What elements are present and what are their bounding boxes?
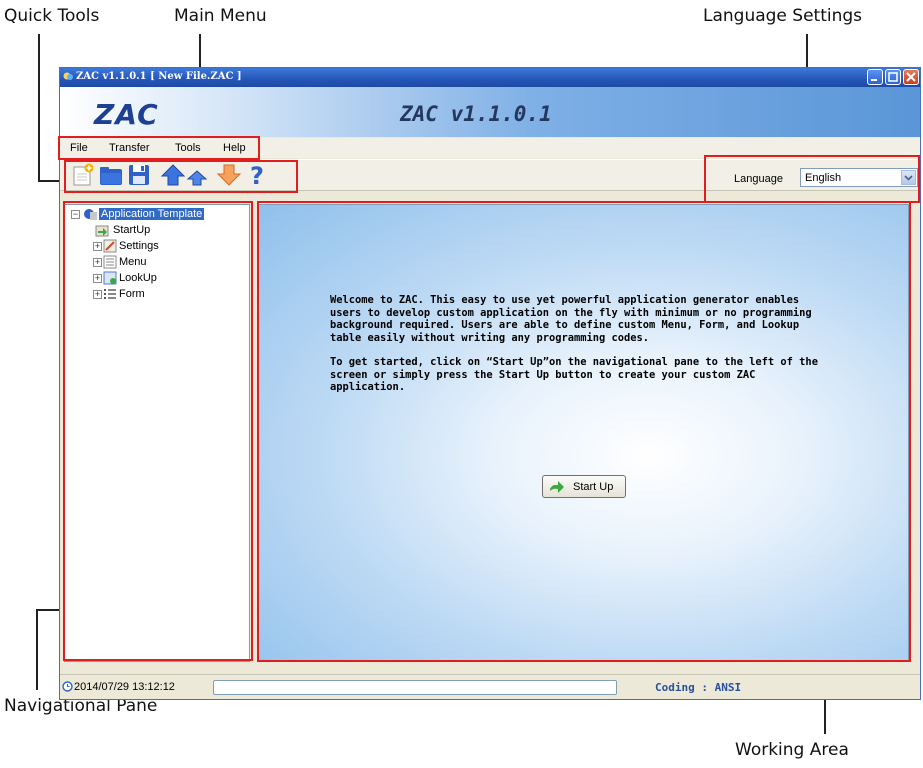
callout-working-area: Working Area <box>735 740 849 760</box>
close-button[interactable] <box>903 69 919 85</box>
upload-small-icon[interactable] <box>184 163 210 187</box>
save-icon[interactable] <box>126 163 152 187</box>
app-banner: ZAC ZAC v1.1.0.1 <box>60 87 920 137</box>
open-folder-icon[interactable] <box>98 163 124 187</box>
tree-item-label: LookUp <box>119 272 157 284</box>
expand-icon[interactable]: + <box>93 258 102 267</box>
callout-quick-tools: Quick Tools <box>4 6 100 26</box>
tree-item-label: Menu <box>119 256 147 268</box>
tree-item-lookup[interactable]: + LookUp <box>87 271 237 287</box>
menu-file[interactable]: File <box>70 142 88 154</box>
leader-nav-pane <box>36 610 38 690</box>
status-bar: 2014/07/29 13:12:12 Coding : ANSI <box>60 674 920 699</box>
app-icon <box>63 72 73 80</box>
callout-main-menu: Main Menu <box>174 6 267 26</box>
tree-root-label: Application Template <box>99 208 205 220</box>
minimize-icon <box>871 79 877 81</box>
tree-item-form[interactable]: + Form <box>87 287 237 303</box>
download-icon[interactable] <box>216 163 242 187</box>
status-datetime: 2014/07/29 13:12:12 <box>74 681 175 693</box>
navigational-pane: − Application Template StartUp + Setting… <box>64 204 250 662</box>
window-title: ZAC v1.1.0.1 [ New File.ZAC ] <box>76 71 242 82</box>
tree-item-settings[interactable]: + Settings <box>87 239 237 255</box>
settings-icon <box>103 239 117 253</box>
language-select[interactable]: English <box>800 168 918 187</box>
title-bar[interactable]: ZAC v1.1.0.1 [ New File.ZAC ] <box>60 68 920 87</box>
form-icon <box>104 289 116 299</box>
welcome-paragraph-2: To get started, click on “Start Up”on th… <box>330 356 818 393</box>
language-label: Language <box>734 173 783 185</box>
welcome-paragraph-1: Welcome to ZAC. This easy to use yet pow… <box>330 294 812 344</box>
menu-tools[interactable]: Tools <box>175 142 201 154</box>
expand-icon[interactable]: + <box>93 242 102 251</box>
globe-icon <box>84 209 97 220</box>
menu-icon <box>103 255 117 269</box>
app-logo: ZAC <box>94 98 159 131</box>
version-banner: ZAC v1.1.0.1 <box>400 102 552 126</box>
close-icon <box>906 72 916 82</box>
status-coding: Coding : ANSI <box>655 681 742 694</box>
collapse-icon[interactable]: − <box>71 210 80 219</box>
tree-item-label: Form <box>119 288 145 300</box>
maximize-icon <box>888 72 898 82</box>
tree-item-label: Settings <box>119 240 159 252</box>
app-window: ZAC v1.1.0.1 [ New File.ZAC ] ZAC ZAC v1… <box>59 67 921 700</box>
help-icon[interactable]: ? <box>244 163 270 187</box>
progress-bar <box>213 680 617 695</box>
lookup-icon <box>103 271 117 285</box>
callout-language-settings: Language Settings <box>703 6 863 26</box>
startup-icon <box>95 225 109 237</box>
quick-tools: ? Language English <box>60 159 920 191</box>
tree-item-startup[interactable]: StartUp <box>87 223 237 239</box>
arrow-right-icon <box>550 481 564 493</box>
tree-item-menu[interactable]: + Menu <box>87 255 237 271</box>
new-file-icon[interactable] <box>70 163 96 187</box>
clock-icon <box>62 681 73 692</box>
tree-item-label: StartUp <box>113 224 151 236</box>
minimize-button[interactable] <box>867 69 883 85</box>
main-menu: File Transfer Tools Help <box>60 138 920 158</box>
leader-quick-tools <box>38 34 40 182</box>
tree-root[interactable]: − Application Template <box>71 207 247 223</box>
welcome-text: Welcome to ZAC. This easy to use yet pow… <box>330 294 830 406</box>
language-value: English <box>805 172 842 184</box>
start-up-button[interactable]: Start Up <box>542 475 626 498</box>
chevron-down-icon[interactable] <box>901 170 916 185</box>
menu-help[interactable]: Help <box>223 142 246 154</box>
svg-text:?: ? <box>250 163 264 187</box>
working-area: Welcome to ZAC. This easy to use yet pow… <box>257 204 909 662</box>
menu-transfer[interactable]: Transfer <box>109 142 150 154</box>
maximize-button[interactable] <box>885 69 901 85</box>
upload-icon[interactable] <box>160 163 186 187</box>
start-up-label: Start Up <box>573 481 614 493</box>
expand-icon[interactable]: + <box>93 274 102 283</box>
expand-icon[interactable]: + <box>93 290 102 299</box>
